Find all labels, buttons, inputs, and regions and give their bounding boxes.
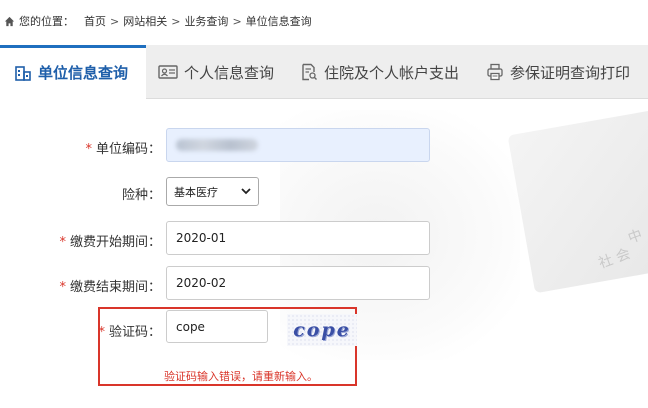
breadcrumb-separator: >: [171, 14, 181, 28]
breadcrumb-query-link[interactable]: 业务查询: [184, 13, 228, 29]
end-period-input[interactable]: 2020-02: [166, 266, 430, 300]
captcha-image-text: cope: [293, 319, 351, 341]
building-icon: [15, 65, 31, 81]
id-card-icon: [158, 65, 178, 79]
breadcrumb-site-link[interactable]: 网站相关: [123, 13, 167, 29]
tab-label: 个人信息查询: [184, 63, 275, 82]
redacted-value: [176, 139, 258, 151]
captcha-label: * 验证码：: [98, 325, 161, 340]
start-period-input[interactable]: 2020-01: [166, 221, 430, 255]
captcha-image[interactable]: cope: [287, 314, 357, 346]
page: 您的位置： 首页 > 网站相关 > 业务查询 > 单位信息查询 单位信息查询 个…: [0, 0, 648, 408]
start-period-value: 2020-01: [176, 231, 227, 245]
insurance-type-label: 险种：: [121, 188, 161, 203]
tab-label: 住院及个人帐户支出: [324, 63, 460, 82]
captcha-value: cope: [176, 319, 205, 334]
tab-insurance-certificate[interactable]: 参保证明查询打印: [486, 45, 630, 99]
insurance-type-select[interactable]: 基本医疗: [166, 177, 259, 206]
end-period-label: * 缴费结束期间：: [59, 280, 161, 295]
tab-personal-info[interactable]: 个人信息查询: [158, 45, 274, 99]
unit-code-label: * 单位编码：: [85, 142, 161, 157]
start-period-label: * 缴费开始期间：: [59, 235, 161, 250]
chevron-down-icon: [241, 188, 251, 195]
breadcrumb-separator: >: [110, 14, 120, 28]
background-card-image: [507, 102, 648, 294]
printer-icon: [487, 63, 503, 81]
captcha-error-message: 验证码输入错误，请重新输入。: [164, 370, 318, 383]
breadcrumb-separator: >: [232, 14, 242, 28]
tab-hospital-expense[interactable]: 住院及个人帐户支出: [300, 45, 459, 99]
captcha-input[interactable]: cope: [166, 310, 268, 343]
breadcrumb: 您的位置： 首页 > 网站相关 > 业务查询 > 单位信息查询: [4, 13, 316, 29]
tab-label: 单位信息查询: [38, 64, 129, 82]
breadcrumb-current: 单位信息查询: [245, 15, 312, 28]
breadcrumb-home-link[interactable]: 首页: [84, 13, 106, 29]
unit-code-input[interactable]: [166, 128, 430, 162]
document-search-icon: [302, 63, 317, 81]
insurance-type-selected: 基本医疗: [174, 185, 218, 199]
breadcrumb-prefix: 您的位置：: [19, 15, 74, 28]
end-period-value: 2020-02: [176, 276, 227, 290]
home-icon: [4, 16, 15, 26]
tab-unit-info[interactable]: 单位信息查询: [0, 45, 146, 100]
tab-label: 参保证明查询打印: [510, 63, 631, 82]
tab-bar: 单位信息查询 个人信息查询 住院及个人帐户支出 参保证明查询打印: [0, 45, 648, 100]
